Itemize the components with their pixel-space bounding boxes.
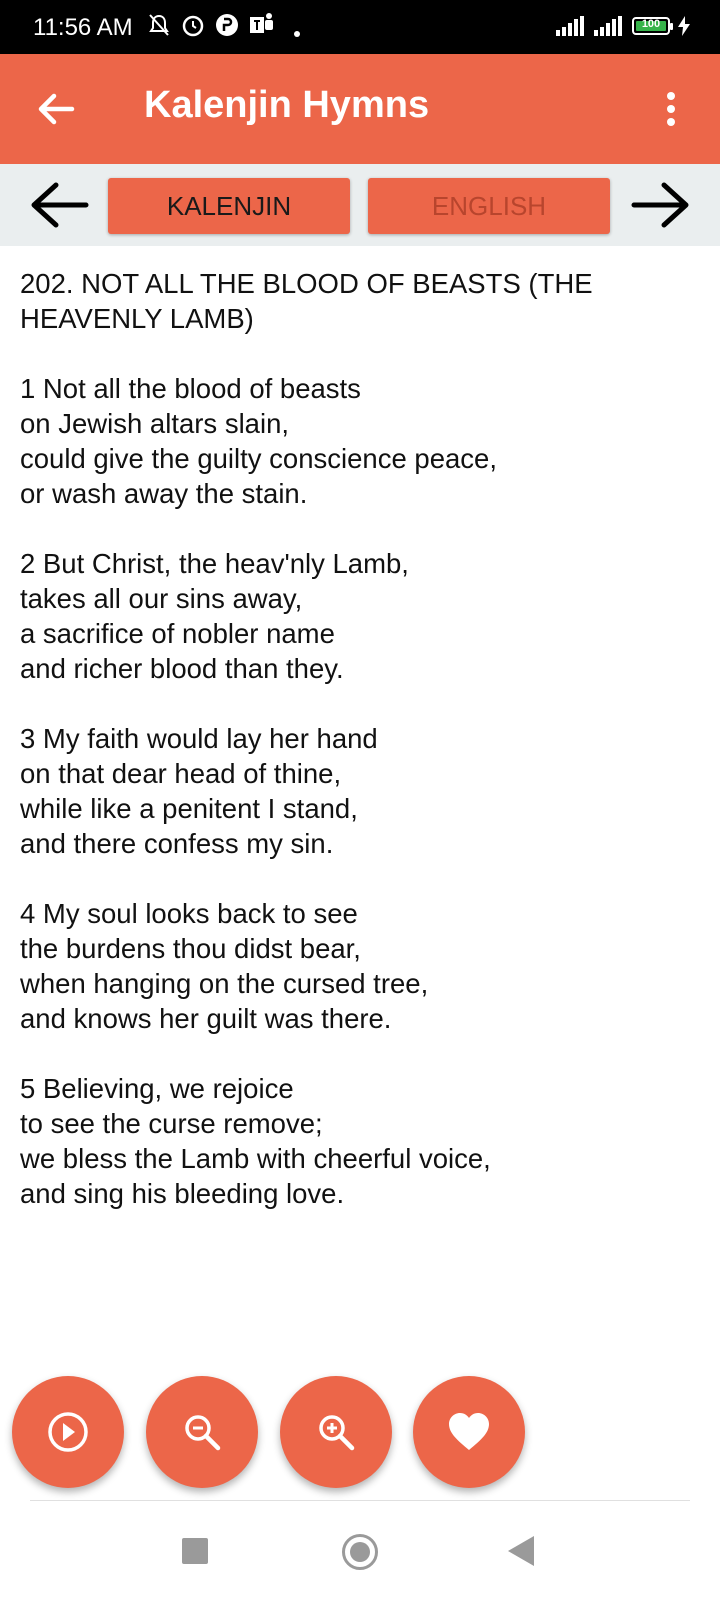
stanza-line: on Jewish altars slain, — [20, 408, 290, 439]
stanza-line: takes all our sins away, — [20, 583, 303, 614]
status-bar: 11:56 AM 100 — [0, 0, 720, 54]
p-icon — [216, 14, 238, 36]
stanza-5: 5 Believing, we rejoice to see the curse… — [20, 1071, 700, 1211]
app-bar: Kalenjin Hymns — [0, 54, 720, 164]
signal-icon — [556, 16, 584, 36]
system-icons: 100 — [556, 16, 690, 36]
stanza-line: on that dear head of thine, — [20, 758, 342, 789]
stanza-line: 3 My faith would lay her hand — [20, 723, 378, 754]
zoom-in-button[interactable] — [280, 1376, 392, 1488]
stanza-line: when hanging on the cursed tree, — [20, 968, 429, 999]
stanza-line: a sacrifice of nobler name — [20, 618, 335, 649]
stanza-line: 4 My soul looks back to see — [20, 898, 358, 929]
play-circle-icon — [48, 1412, 88, 1452]
heart-icon — [449, 1413, 489, 1450]
hymn-content: 202. NOT ALL THE BLOOD OF BEASTS (THE HE… — [20, 266, 700, 1246]
zoom-out-button[interactable] — [146, 1376, 258, 1488]
stanza-4: 4 My soul looks back to see the burdens … — [20, 896, 700, 1036]
hymn-title-line: HEAVENLY LAMB) — [20, 303, 254, 334]
hymn-title-line: 202. NOT ALL THE BLOOD OF BEASTS (THE — [20, 268, 593, 299]
back-arrow-icon[interactable] — [36, 89, 76, 129]
charging-icon — [678, 16, 690, 36]
tab-english[interactable]: ENGLISH — [368, 178, 610, 234]
stanza-2: 2 But Christ, the heav'nly Lamb, takes a… — [20, 546, 700, 686]
stanza-line: we bless the Lamb with cheerful voice, — [20, 1143, 491, 1174]
status-dot — [294, 31, 300, 37]
recents-square-icon[interactable] — [182, 1538, 208, 1564]
alarm-icon — [182, 15, 204, 37]
teams-icon — [250, 13, 273, 33]
bottom-divider — [30, 1500, 690, 1501]
more-vert-icon[interactable] — [664, 92, 678, 128]
stanza-line: while like a penitent I stand, — [20, 793, 358, 824]
stanza-line: and sing his bleeding love. — [20, 1178, 345, 1209]
zoom-in-icon — [319, 1415, 355, 1451]
battery-level: 100 — [641, 18, 661, 30]
stanza-line: or wash away the stain. — [20, 478, 308, 509]
play-button[interactable] — [12, 1376, 124, 1488]
system-nav-bar — [0, 1502, 720, 1600]
stanza-line: and richer blood than they. — [20, 653, 344, 684]
app-title: Kalenjin Hymns — [144, 84, 430, 126]
stanza-line: and knows her guilt was there. — [20, 1003, 392, 1034]
hymn-title: 202. NOT ALL THE BLOOD OF BEASTS (THE HE… — [20, 266, 700, 336]
stanza-line: 5 Believing, we rejoice — [20, 1073, 294, 1104]
favorite-button[interactable] — [413, 1376, 525, 1488]
signal-icon — [594, 16, 622, 36]
hymn-toolbar: KALENJIN ENGLISH — [0, 164, 720, 246]
back-triangle-icon[interactable] — [508, 1536, 534, 1566]
stanza-1: 1 Not all the blood of beasts on Jewish … — [20, 371, 700, 511]
stanza-line: the burdens thou didst bear, — [20, 933, 361, 964]
next-hymn-arrow-icon[interactable] — [630, 182, 690, 228]
previous-hymn-arrow-icon[interactable] — [30, 182, 90, 228]
battery-icon: 100 — [632, 17, 673, 35]
stanza-3: 3 My faith would lay her hand on that de… — [20, 721, 700, 861]
notification-icons — [146, 12, 276, 38]
stanza-line: and there confess my sin. — [20, 828, 334, 859]
stanza-line: to see the curse remove; — [20, 1108, 323, 1139]
tab-kalenjin[interactable]: KALENJIN — [108, 178, 350, 234]
mute-icon — [149, 14, 169, 36]
stanza-line: could give the guilty conscience peace, — [20, 443, 497, 474]
zoom-out-icon — [185, 1415, 221, 1451]
stanza-line: 2 But Christ, the heav'nly Lamb, — [20, 548, 409, 579]
stanza-line: 1 Not all the blood of beasts — [20, 373, 361, 404]
home-circle-icon[interactable] — [342, 1534, 378, 1570]
status-time: 11:56 AM — [33, 14, 133, 41]
